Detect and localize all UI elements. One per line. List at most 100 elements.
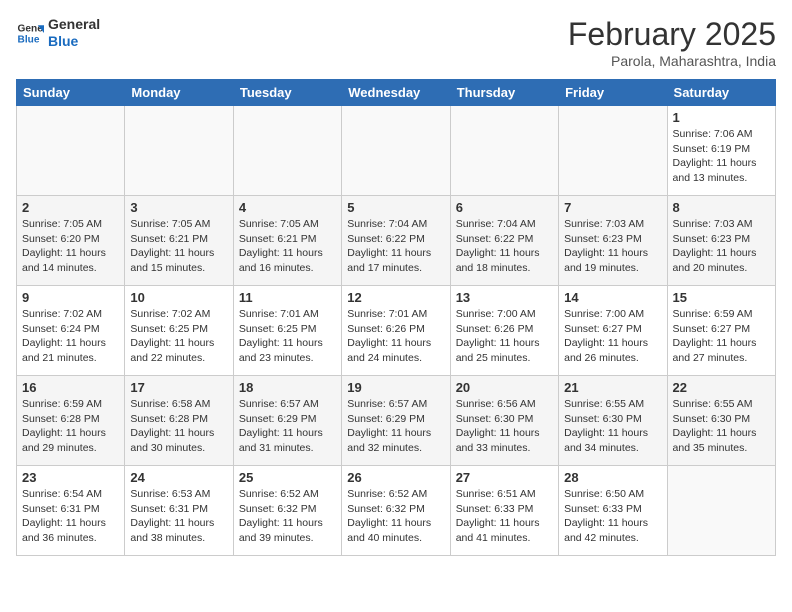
calendar-cell-w4-d3: 26 Sunrise: 6:52 AM Sunset: 6:32 PM Dayli… bbox=[342, 466, 450, 556]
day-info: Sunrise: 7:04 AM Sunset: 6:22 PM Dayligh… bbox=[347, 217, 444, 276]
calendar-cell-w1-d2: 4 Sunrise: 7:05 AM Sunset: 6:21 PM Daylig… bbox=[233, 196, 341, 286]
calendar-week-0: 1 Sunrise: 7:06 AM Sunset: 6:19 PM Daylig… bbox=[17, 106, 776, 196]
calendar-cell-w0-d5 bbox=[559, 106, 667, 196]
day-number: 22 bbox=[673, 380, 770, 395]
page-header: General Blue General Blue February 2025 … bbox=[16, 16, 776, 69]
day-number: 1 bbox=[673, 110, 770, 125]
day-number: 9 bbox=[22, 290, 119, 305]
day-number: 20 bbox=[456, 380, 553, 395]
calendar-cell-w4-d6 bbox=[667, 466, 775, 556]
day-info: Sunrise: 6:58 AM Sunset: 6:28 PM Dayligh… bbox=[130, 397, 227, 456]
day-info: Sunrise: 6:57 AM Sunset: 6:29 PM Dayligh… bbox=[239, 397, 336, 456]
calendar-week-1: 2 Sunrise: 7:05 AM Sunset: 6:20 PM Daylig… bbox=[17, 196, 776, 286]
weekday-header-tuesday: Tuesday bbox=[233, 80, 341, 106]
day-info: Sunrise: 7:01 AM Sunset: 6:25 PM Dayligh… bbox=[239, 307, 336, 366]
day-info: Sunrise: 7:05 AM Sunset: 6:21 PM Dayligh… bbox=[130, 217, 227, 276]
day-number: 14 bbox=[564, 290, 661, 305]
day-info: Sunrise: 7:03 AM Sunset: 6:23 PM Dayligh… bbox=[673, 217, 770, 276]
calendar-cell-w2-d2: 11 Sunrise: 7:01 AM Sunset: 6:25 PM Dayli… bbox=[233, 286, 341, 376]
calendar-cell-w4-d5: 28 Sunrise: 6:50 AM Sunset: 6:33 PM Dayli… bbox=[559, 466, 667, 556]
calendar-cell-w2-d5: 14Sunrise: 7:00 AM Sunset: 6:27 PM Dayli… bbox=[559, 286, 667, 376]
day-info: Sunrise: 6:50 AM Sunset: 6:33 PM Dayligh… bbox=[564, 487, 661, 546]
day-number: 16 bbox=[22, 380, 119, 395]
day-number: 26 bbox=[347, 470, 444, 485]
weekday-header-sunday: Sunday bbox=[17, 80, 125, 106]
day-number: 11 bbox=[239, 290, 336, 305]
title-block: February 2025 Parola, Maharashtra, India bbox=[568, 16, 776, 69]
day-number: 7 bbox=[564, 200, 661, 215]
weekday-header-monday: Monday bbox=[125, 80, 233, 106]
calendar-cell-w2-d3: 12Sunrise: 7:01 AM Sunset: 6:26 PM Dayli… bbox=[342, 286, 450, 376]
day-info: Sunrise: 6:57 AM Sunset: 6:29 PM Dayligh… bbox=[347, 397, 444, 456]
day-number: 28 bbox=[564, 470, 661, 485]
day-number: 5 bbox=[347, 200, 444, 215]
calendar-cell-w2-d6: 15 Sunrise: 6:59 AM Sunset: 6:27 PM Dayli… bbox=[667, 286, 775, 376]
day-number: 2 bbox=[22, 200, 119, 215]
calendar-cell-w4-d0: 23 Sunrise: 6:54 AM Sunset: 6:31 PM Dayli… bbox=[17, 466, 125, 556]
day-info: Sunrise: 7:04 AM Sunset: 6:22 PM Dayligh… bbox=[456, 217, 553, 276]
day-info: Sunrise: 7:05 AM Sunset: 6:20 PM Dayligh… bbox=[22, 217, 119, 276]
svg-text:Blue: Blue bbox=[18, 34, 40, 45]
calendar-week-3: 16 Sunrise: 6:59 AM Sunset: 6:28 PM Dayli… bbox=[17, 376, 776, 466]
calendar-cell-w1-d5: 7 Sunrise: 7:03 AM Sunset: 6:23 PM Daylig… bbox=[559, 196, 667, 286]
calendar-cell-w0-d0 bbox=[17, 106, 125, 196]
calendar-cell-w0-d4 bbox=[450, 106, 558, 196]
day-number: 19 bbox=[347, 380, 444, 395]
weekday-header-row: SundayMondayTuesdayWednesdayThursdayFrid… bbox=[17, 80, 776, 106]
logo-line1: General bbox=[48, 16, 100, 33]
calendar-cell-w3-d4: 20 Sunrise: 6:56 AM Sunset: 6:30 PM Dayli… bbox=[450, 376, 558, 466]
day-info: Sunrise: 7:03 AM Sunset: 6:23 PM Dayligh… bbox=[564, 217, 661, 276]
calendar-week-2: 9Sunrise: 7:02 AM Sunset: 6:24 PM Daylig… bbox=[17, 286, 776, 376]
day-number: 25 bbox=[239, 470, 336, 485]
day-number: 4 bbox=[239, 200, 336, 215]
calendar-title: February 2025 bbox=[568, 16, 776, 53]
calendar-cell-w3-d1: 17 Sunrise: 6:58 AM Sunset: 6:28 PM Dayli… bbox=[125, 376, 233, 466]
logo: General Blue General Blue bbox=[16, 16, 100, 50]
day-info: Sunrise: 6:56 AM Sunset: 6:30 PM Dayligh… bbox=[456, 397, 553, 456]
weekday-header-wednesday: Wednesday bbox=[342, 80, 450, 106]
day-info: Sunrise: 7:06 AM Sunset: 6:19 PM Dayligh… bbox=[673, 127, 770, 186]
day-number: 3 bbox=[130, 200, 227, 215]
day-number: 12 bbox=[347, 290, 444, 305]
calendar-cell-w3-d6: 22Sunrise: 6:55 AM Sunset: 6:30 PM Dayli… bbox=[667, 376, 775, 466]
day-number: 15 bbox=[673, 290, 770, 305]
day-info: Sunrise: 7:05 AM Sunset: 6:21 PM Dayligh… bbox=[239, 217, 336, 276]
day-number: 17 bbox=[130, 380, 227, 395]
logo-icon: General Blue bbox=[16, 19, 44, 47]
day-number: 24 bbox=[130, 470, 227, 485]
calendar-cell-w1-d3: 5 Sunrise: 7:04 AM Sunset: 6:22 PM Daylig… bbox=[342, 196, 450, 286]
calendar-cell-w3-d2: 18 Sunrise: 6:57 AM Sunset: 6:29 PM Dayli… bbox=[233, 376, 341, 466]
day-info: Sunrise: 7:00 AM Sunset: 6:26 PM Dayligh… bbox=[456, 307, 553, 366]
day-info: Sunrise: 6:53 AM Sunset: 6:31 PM Dayligh… bbox=[130, 487, 227, 546]
day-number: 18 bbox=[239, 380, 336, 395]
calendar-cell-w0-d3 bbox=[342, 106, 450, 196]
calendar-cell-w0-d2 bbox=[233, 106, 341, 196]
day-number: 8 bbox=[673, 200, 770, 215]
day-info: Sunrise: 6:51 AM Sunset: 6:33 PM Dayligh… bbox=[456, 487, 553, 546]
day-info: Sunrise: 6:52 AM Sunset: 6:32 PM Dayligh… bbox=[347, 487, 444, 546]
weekday-header-saturday: Saturday bbox=[667, 80, 775, 106]
calendar-cell-w4-d2: 25Sunrise: 6:52 AM Sunset: 6:32 PM Dayli… bbox=[233, 466, 341, 556]
day-number: 23 bbox=[22, 470, 119, 485]
svg-text:General: General bbox=[18, 23, 44, 34]
calendar-cell-w1-d1: 3 Sunrise: 7:05 AM Sunset: 6:21 PM Daylig… bbox=[125, 196, 233, 286]
calendar-cell-w2-d4: 13Sunrise: 7:00 AM Sunset: 6:26 PM Dayli… bbox=[450, 286, 558, 376]
day-info: Sunrise: 7:02 AM Sunset: 6:25 PM Dayligh… bbox=[130, 307, 227, 366]
day-number: 21 bbox=[564, 380, 661, 395]
day-info: Sunrise: 6:59 AM Sunset: 6:27 PM Dayligh… bbox=[673, 307, 770, 366]
calendar-cell-w2-d0: 9Sunrise: 7:02 AM Sunset: 6:24 PM Daylig… bbox=[17, 286, 125, 376]
calendar-cell-w2-d1: 10Sunrise: 7:02 AM Sunset: 6:25 PM Dayli… bbox=[125, 286, 233, 376]
calendar-body: 1 Sunrise: 7:06 AM Sunset: 6:19 PM Daylig… bbox=[17, 106, 776, 556]
day-info: Sunrise: 6:54 AM Sunset: 6:31 PM Dayligh… bbox=[22, 487, 119, 546]
calendar-cell-w4-d4: 27Sunrise: 6:51 AM Sunset: 6:33 PM Dayli… bbox=[450, 466, 558, 556]
weekday-header-thursday: Thursday bbox=[450, 80, 558, 106]
calendar-cell-w3-d0: 16 Sunrise: 6:59 AM Sunset: 6:28 PM Dayli… bbox=[17, 376, 125, 466]
calendar-cell-w3-d3: 19 Sunrise: 6:57 AM Sunset: 6:29 PM Dayli… bbox=[342, 376, 450, 466]
weekday-header-friday: Friday bbox=[559, 80, 667, 106]
calendar-cell-w1-d6: 8 Sunrise: 7:03 AM Sunset: 6:23 PM Daylig… bbox=[667, 196, 775, 286]
calendar-cell-w0-d6: 1 Sunrise: 7:06 AM Sunset: 6:19 PM Daylig… bbox=[667, 106, 775, 196]
calendar-cell-w1-d0: 2 Sunrise: 7:05 AM Sunset: 6:20 PM Daylig… bbox=[17, 196, 125, 286]
day-info: Sunrise: 6:59 AM Sunset: 6:28 PM Dayligh… bbox=[22, 397, 119, 456]
day-info: Sunrise: 6:55 AM Sunset: 6:30 PM Dayligh… bbox=[564, 397, 661, 456]
day-number: 6 bbox=[456, 200, 553, 215]
